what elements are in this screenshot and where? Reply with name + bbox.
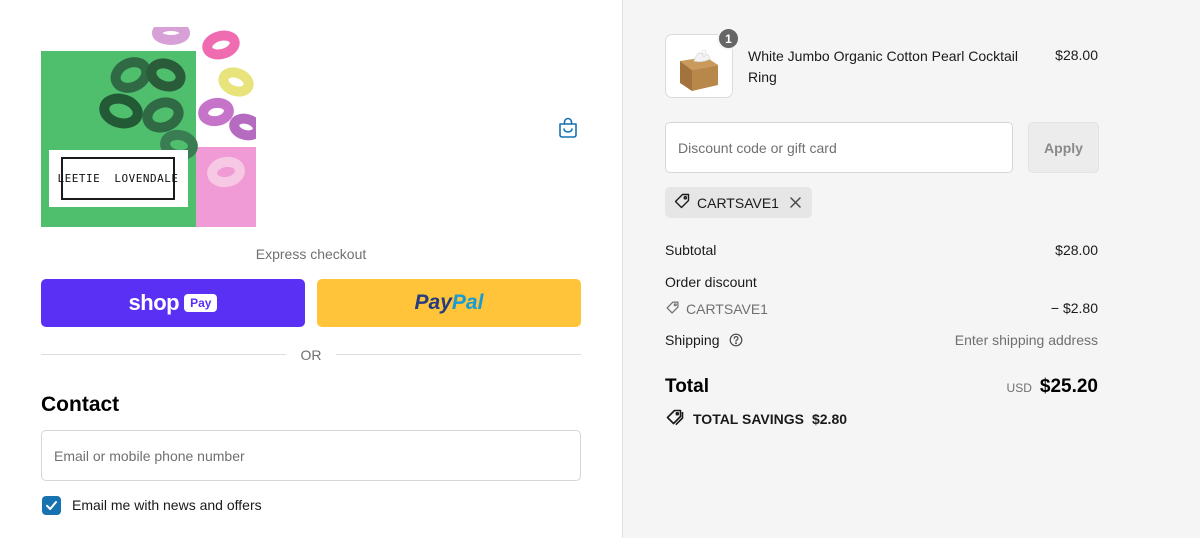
order-discount-label: Order discount [665, 274, 757, 290]
order-discount-code: CARTSAVE1 [665, 300, 768, 318]
subtotal-label: Subtotal [665, 242, 717, 258]
newsletter-checkbox[interactable] [42, 496, 61, 515]
applied-discount-code: CARTSAVE1 [697, 194, 779, 211]
subtotal-value: $28.00 [1055, 242, 1098, 258]
divider-line-right [336, 354, 581, 355]
total-savings: TOTAL SAVINGS $2.80 [665, 408, 847, 429]
order-discount-value: − $2.80 [1050, 300, 1098, 316]
shipping-value: Enter shipping address [954, 332, 1098, 348]
savings-label: TOTAL SAVINGS [693, 410, 804, 427]
logo-wordmark: LEETIE LOVENDALE [57, 157, 178, 200]
order-summary-panel: 1 White Jumbo Organic Cotton Pearl Cockt… [622, 0, 1200, 538]
order-discount-code-text: CARTSAVE1 [686, 301, 768, 317]
savings-tag-icon [665, 408, 685, 429]
help-circle-icon[interactable] [729, 333, 743, 350]
paypal-wordmark-part2: Pal [451, 291, 484, 314]
total-value-group: USD $25.20 [1007, 376, 1098, 398]
shopping-bag-icon[interactable] [556, 116, 580, 140]
total-label: Total [665, 376, 709, 397]
total-currency: USD [1006, 381, 1032, 395]
shop-pay-badge: Pay [184, 294, 218, 312]
newsletter-checkbox-label[interactable]: Email me with news and offers [72, 497, 262, 513]
paypal-button[interactable]: Pay Pal [317, 279, 581, 327]
email-or-phone-input[interactable] [41, 430, 581, 481]
paypal-wordmark-part1: Pay [414, 291, 452, 314]
product-name: White Jumbo Organic Cotton Pearl Cocktai… [748, 48, 1018, 85]
product-quantity-badge: 1 [717, 27, 740, 50]
remove-discount-icon[interactable] [789, 196, 802, 209]
tag-icon [665, 300, 680, 318]
tag-icon [673, 192, 691, 213]
or-divider: OR [41, 347, 581, 363]
apply-discount-button[interactable]: Apply [1028, 122, 1099, 173]
divider-or-text: OR [300, 347, 322, 363]
discount-code-input[interactable] [665, 122, 1013, 173]
contact-heading: Contact [41, 393, 120, 416]
applied-discount-chip: CARTSAVE1 [665, 187, 812, 218]
checkout-main-panel: LEETIE LOVENDALE Express checkout shop P… [0, 0, 622, 538]
shop-pay-button[interactable]: shop Pay [41, 279, 305, 327]
store-logo[interactable]: LEETIE LOVENDALE [41, 27, 256, 227]
shop-pay-wordmark: shop [128, 290, 180, 315]
savings-value: $2.80 [811, 410, 848, 427]
shipping-label: Shipping [665, 332, 720, 348]
express-checkout-label: Express checkout [255, 246, 367, 262]
shipping-row: Shipping [665, 332, 743, 350]
total-amount: $25.20 [1039, 376, 1098, 397]
product-price: $28.00 [1055, 47, 1098, 63]
